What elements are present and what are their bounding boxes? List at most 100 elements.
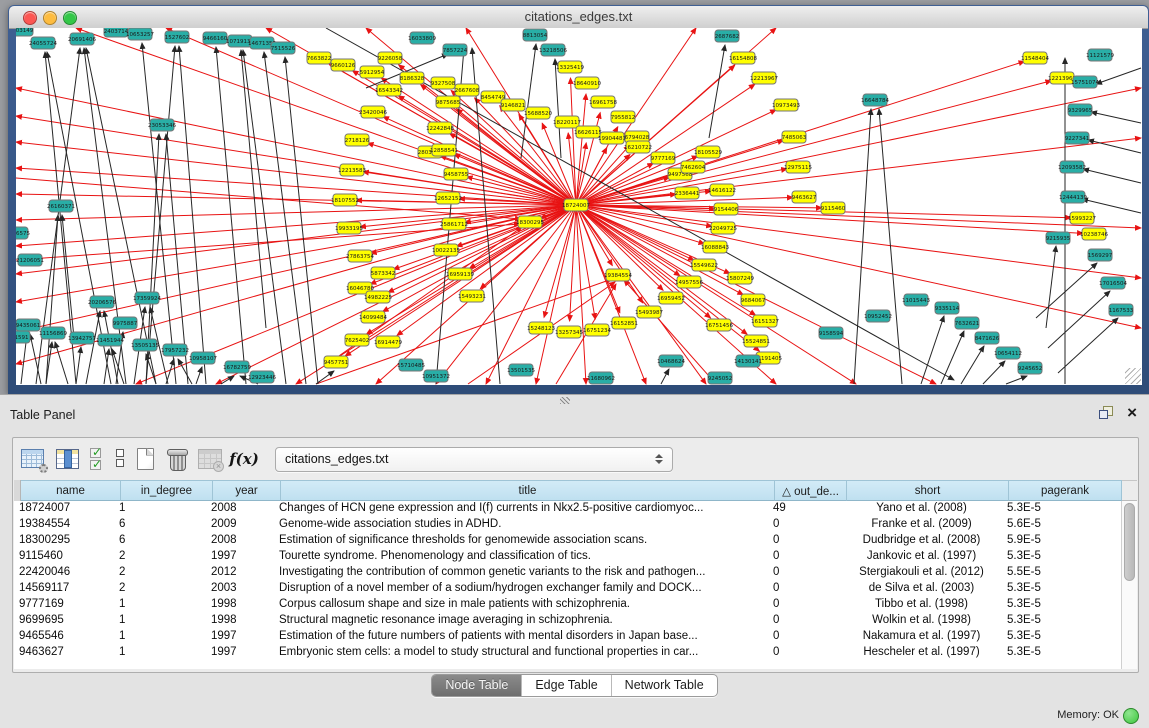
table-row[interactable]: 911546021997Tourette syndrome. Phenomeno…	[14, 549, 1121, 565]
graph-node[interactable]: 16782759	[223, 361, 251, 373]
graph-node[interactable]: 1569297	[1088, 249, 1113, 261]
graph-node[interactable]: 21206051	[16, 254, 44, 266]
citation-edge-black[interactable]	[921, 316, 944, 384]
graph-node[interactable]: 991591	[16, 331, 30, 343]
graph-node[interactable]: 14957556	[675, 276, 703, 288]
graph-node[interactable]: 11156869	[39, 327, 67, 339]
graph-node[interactable]: 19904481	[598, 132, 626, 144]
graph-node[interactable]: 9684067	[741, 294, 766, 306]
graph-node[interactable]: 14099484	[359, 311, 387, 323]
graph-node[interactable]: 15993227	[1068, 212, 1096, 224]
graph-node[interactable]: 2718126	[345, 134, 370, 146]
graph-node[interactable]: 10973493	[772, 99, 800, 111]
graph-node[interactable]: 15493231	[458, 290, 486, 302]
graph-node[interactable]: 2687682	[715, 30, 740, 42]
graph-node[interactable]: 10468624	[657, 355, 685, 367]
graph-node[interactable]: 9335114	[935, 302, 960, 314]
graph-node[interactable]: 15493987	[635, 306, 663, 318]
graph-node[interactable]: 16152851	[610, 317, 638, 329]
graph-node[interactable]: 16961758	[589, 96, 617, 108]
graph-node[interactable]: 19384554	[604, 269, 632, 281]
graph-node[interactable]: 9327508	[431, 77, 456, 89]
graph-node[interactable]: 11548404	[1021, 52, 1049, 64]
table-mode-icon[interactable]	[113, 446, 129, 473]
graph-node[interactable]: 18107552	[331, 194, 359, 206]
citation-edge-black[interactable]	[316, 371, 334, 384]
citation-edge-black[interactable]	[46, 215, 58, 384]
citation-edge-black[interactable]	[961, 346, 984, 384]
citation-edge-red[interactable]	[576, 205, 680, 276]
graph-node[interactable]: 8186328	[400, 72, 425, 84]
column-header-title[interactable]: title	[281, 480, 775, 501]
graph-node[interactable]: 7955812	[611, 111, 636, 123]
citation-edge-black[interactable]	[55, 342, 68, 384]
citation-edge-black[interactable]	[1096, 68, 1141, 84]
citation-edge-black[interactable]	[1058, 318, 1118, 373]
table-row[interactable]: 1830029562008Estimation of significance …	[14, 533, 1121, 549]
graph-node[interactable]: 11451944	[96, 334, 124, 346]
graph-node[interactable]: 16751456	[705, 319, 733, 331]
graph-node[interactable]: 2603149	[16, 28, 34, 36]
graph-node[interactable]: 18300295	[516, 216, 544, 228]
graph-node[interactable]: 26160371	[47, 200, 75, 212]
graph-node[interactable]: 23053346	[148, 119, 176, 131]
graph-node[interactable]: 10022135	[432, 244, 460, 256]
table-settings-icon[interactable]	[19, 446, 49, 473]
column-header-indegree[interactable]: in_degree	[121, 480, 213, 501]
graph-node[interactable]: 9458755	[444, 168, 469, 180]
graph-node[interactable]: 1167533	[1109, 304, 1134, 316]
citation-edge-red[interactable]	[450, 133, 576, 205]
graph-node[interactable]: 2336441	[675, 187, 700, 199]
graph-node[interactable]: 9875685	[436, 96, 461, 108]
citation-edge-black[interactable]	[76, 347, 81, 384]
citation-edge-red[interactable]	[570, 78, 576, 205]
graph-node[interactable]: 9115460	[821, 202, 846, 214]
table-row[interactable]: 969969511998Structural magnetic resonanc…	[14, 613, 1121, 629]
graph-node[interactable]: 9329965	[1068, 104, 1093, 116]
citation-edge-black[interactable]	[555, 59, 561, 158]
graph-node[interactable]: 14616122	[708, 184, 736, 196]
table-row[interactable]: 1456911722003Disruption of a novel membe…	[14, 581, 1121, 597]
window-titlebar[interactable]: citations_edges.txt	[9, 6, 1148, 29]
graph-node[interactable]: 27863754	[346, 250, 374, 262]
table-row[interactable]: 946362711997Embryonic stem cells: a mode…	[14, 645, 1121, 661]
graph-node[interactable]: 9226058	[378, 52, 403, 64]
citation-edge-red[interactable]	[368, 143, 576, 205]
graph-node[interactable]: 15688520	[524, 107, 552, 119]
scrollbar-thumb[interactable]	[1124, 503, 1135, 581]
graph-node[interactable]: 13501535	[507, 364, 535, 376]
graph-node[interactable]: 16154808	[729, 52, 757, 64]
graph-node[interactable]: 17957232	[161, 344, 189, 356]
citation-edge-red[interactable]	[576, 205, 706, 384]
graph-node[interactable]: 12652152	[434, 192, 462, 204]
graph-node[interactable]: 16088843	[701, 241, 729, 253]
tab-edge-table[interactable]: Edge Table	[522, 675, 611, 696]
graph-node[interactable]: 10654112	[994, 347, 1022, 359]
graph-node[interactable]: 7663822	[307, 52, 332, 64]
graph-node[interactable]: 2667608	[455, 84, 480, 96]
graph-node[interactable]: 16914479	[374, 336, 402, 348]
table-row[interactable]: 2242004622012Investigating the contribut…	[14, 565, 1121, 581]
graph-node[interactable]: 13257345	[555, 326, 583, 338]
graph-node[interactable]: 15524851	[742, 335, 770, 347]
graph-node[interactable]: 19933195	[335, 222, 363, 234]
graph-node[interactable]: 5912954	[360, 66, 385, 78]
graph-node[interactable]: 12242848	[426, 122, 454, 134]
citation-edge-black[interactable]	[1006, 376, 1027, 384]
new-table-icon[interactable]	[133, 446, 159, 473]
graph-node[interactable]: 9463627	[792, 191, 817, 203]
citation-edge-black[interactable]	[709, 45, 725, 138]
graph-node[interactable]: 9146821	[501, 99, 526, 111]
hub-graph-node[interactable]: 18724007	[562, 199, 590, 211]
graph-node[interactable]: 16751234	[583, 324, 611, 336]
graph-node[interactable]: 13505135	[131, 339, 159, 351]
citation-edge-black[interactable]	[1046, 246, 1056, 328]
table-row[interactable]: 1938455462009Genome-wide association stu…	[14, 517, 1121, 533]
graph-node[interactable]: 10238746	[1080, 228, 1108, 240]
graph-node[interactable]: 9227341	[1065, 132, 1090, 144]
graph-node[interactable]: 12975115	[784, 161, 812, 173]
graph-node[interactable]: 10958107	[189, 352, 217, 364]
graph-node[interactable]: 12444139	[1059, 191, 1087, 203]
graph-node[interactable]: 20691406	[68, 33, 96, 45]
function-builder-icon[interactable]: f(x)	[229, 446, 259, 473]
